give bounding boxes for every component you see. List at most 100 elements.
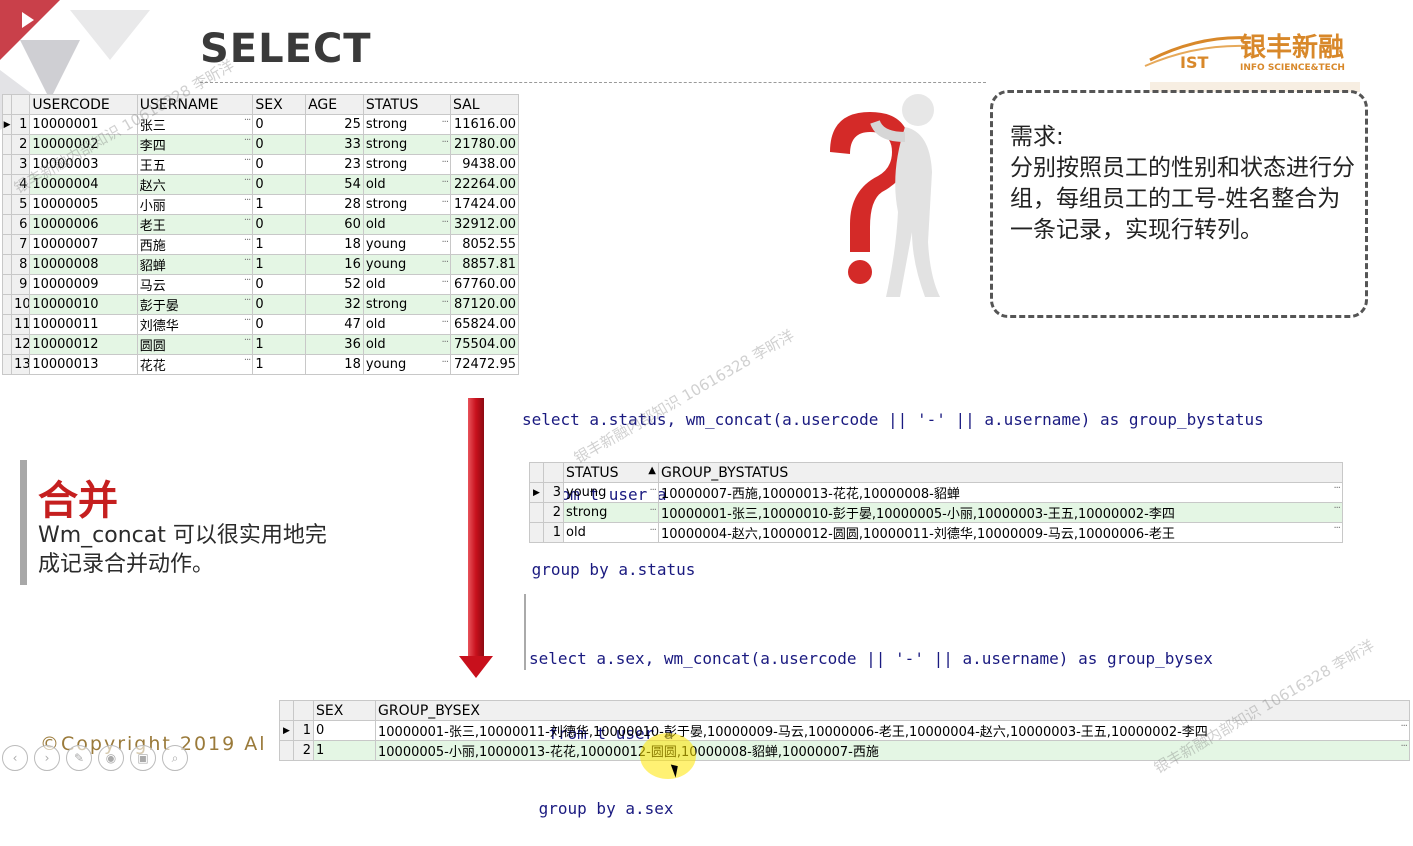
cell-status[interactable]: ··· old [362,174,452,195]
ellipsis-icon[interactable]: ··· [1400,742,1407,753]
prev-slide-icon[interactable]: ‹ [2,745,28,771]
cell-code[interactable]: 10000010 [29,294,138,315]
table-row[interactable]: 4 10000004 ··· 赵六 0 54 ··· old 22264.00 [1,174,519,195]
cell-sex[interactable]: 1 [313,740,376,761]
cell-status[interactable]: ··· strong [563,502,659,523]
column-header[interactable]: SEX [313,700,376,721]
column-header[interactable]: STATUS [362,94,452,115]
column-header[interactable]: AGE [305,94,364,115]
cell-sal[interactable]: 11616.00 [450,114,519,135]
cell-code[interactable]: 10000013 [29,354,138,375]
cell-sex[interactable]: 0 [252,174,307,195]
ellipsis-icon[interactable]: ··· [1333,504,1340,515]
cell-name[interactable]: ··· 西施 [136,234,254,255]
table-row[interactable]: 1 ··· old ··· 10000004-赵六,10000012-圆圆,100000… [529,522,1343,543]
cell-sal[interactable]: 65824.00 [450,314,519,335]
ellipsis-icon[interactable]: ··· [649,525,656,536]
ellipsis-icon[interactable]: ··· [441,257,448,268]
cell-status[interactable]: ··· young [362,234,452,255]
cell-status[interactable]: ··· old [362,334,452,355]
cell-age[interactable]: 16 [305,254,364,275]
cell-name[interactable]: ··· 花花 [136,354,254,375]
ellipsis-icon[interactable]: ··· [244,256,251,267]
cell-name[interactable]: ··· 赵六 [136,174,254,195]
ellipsis-icon[interactable]: ··· [441,277,448,288]
ellipsis-icon[interactable]: ··· [441,217,448,228]
ellipsis-icon[interactable]: ··· [244,316,251,327]
cell-age[interactable]: 18 [305,234,364,255]
cell-group[interactable]: ··· 10000004-赵六,10000012-圆圆,10000011-刘德华,… [658,522,1343,543]
cell-sex[interactable]: 1 [252,354,307,375]
cell-sal[interactable]: 17424.00 [450,194,519,215]
ellipsis-icon[interactable]: ··· [441,157,448,168]
cell-status[interactable]: ··· young [563,482,659,503]
cell-sex[interactable]: 0 [252,314,307,335]
cell-code[interactable]: 10000005 [29,194,138,215]
cell-age[interactable]: 25 [305,114,364,135]
cell-name[interactable]: ··· 马云 [136,274,254,295]
table-row[interactable]: 9 10000009 ··· 马云 0 52 ··· old 67760.00 [1,274,519,295]
cell-age[interactable]: 60 [305,214,364,235]
ellipsis-icon[interactable]: ··· [244,356,251,367]
cell-name[interactable]: ··· 彭于晏 [136,294,254,315]
cell-sal[interactable]: 22264.00 [450,174,519,195]
ellipsis-icon[interactable]: ··· [441,137,448,148]
ellipsis-icon[interactable]: ··· [441,317,448,328]
ellipsis-icon[interactable]: ··· [244,236,251,247]
table-row[interactable]: 13 10000013 ··· 花花 1 18 ··· young 72472.95 [1,354,519,375]
next-slide-icon[interactable]: › [34,745,60,771]
table-row[interactable]: 6 10000006 ··· 老王 0 60 ··· old 32912.00 [1,214,519,235]
cell-name[interactable]: ··· 刘德华 [136,314,254,335]
cell-sal[interactable]: 32912.00 [450,214,519,235]
ellipsis-icon[interactable]: ··· [244,156,251,167]
cell-age[interactable]: 54 [305,174,364,195]
ellipsis-icon[interactable]: ··· [1333,524,1340,535]
cell-sex[interactable]: 1 [252,194,307,215]
cell-code[interactable]: 10000009 [29,274,138,295]
cell-status[interactable]: ··· strong [362,154,452,175]
ellipsis-icon[interactable]: ··· [649,505,656,516]
ellipsis-icon[interactable]: ··· [244,176,251,187]
cell-code[interactable]: 10000006 [29,214,138,235]
cell-name[interactable]: ··· 圆圆 [136,334,254,355]
cell-status[interactable]: ··· strong [362,114,452,135]
column-header[interactable]: SAL [450,94,519,115]
cell-code[interactable]: 10000012 [29,334,138,355]
cell-sex[interactable]: 0 [252,214,307,235]
column-header[interactable]: USERCODE [29,94,138,115]
cell-age[interactable]: 18 [305,354,364,375]
cell-status[interactable]: ··· young [362,354,452,375]
cell-sex[interactable]: 0 [252,134,307,155]
column-header[interactable]: STATUS ▲ [563,462,659,483]
table-row[interactable]: 2 1 ··· 10000005-小丽,10000013-花花,10000012-圆圆… [279,740,1410,761]
cell-status[interactable]: ··· strong [362,194,452,215]
cell-sex[interactable]: 1 [252,234,307,255]
cell-name[interactable]: ··· 貂蝉 [136,254,254,275]
cell-sal[interactable]: 67760.00 [450,274,519,295]
ellipsis-icon[interactable]: ··· [441,297,448,308]
pen-icon[interactable]: ✎ [66,745,92,771]
ellipsis-icon[interactable]: ··· [649,485,656,496]
cell-status[interactable]: ··· strong [362,294,452,315]
ellipsis-icon[interactable]: ··· [244,216,251,227]
cell-status[interactable]: ··· old [362,274,452,295]
cell-sal[interactable]: 9438.00 [450,154,519,175]
cell-code[interactable]: 10000011 [29,314,138,335]
cell-status[interactable]: ··· old [362,314,452,335]
cell-sal[interactable]: 8052.55 [450,234,519,255]
ellipsis-icon[interactable]: ··· [441,237,448,248]
cell-age[interactable]: 32 [305,294,364,315]
cell-code[interactable]: 10000007 [29,234,138,255]
cell-status[interactable]: ··· old [563,522,659,543]
cell-age[interactable]: 28 [305,194,364,215]
cell-sal[interactable]: 87120.00 [450,294,519,315]
ellipsis-icon[interactable]: ··· [244,276,251,287]
pointer-icon[interactable]: ◉ [98,745,124,771]
cell-name[interactable]: ··· 小丽 [136,194,254,215]
ellipsis-icon[interactable]: ··· [1333,484,1340,495]
zoom-icon[interactable]: ⌕ [162,745,188,771]
cell-name[interactable]: ··· 李四 [136,134,254,155]
cell-sal[interactable]: 75504.00 [450,334,519,355]
cell-sex[interactable]: 1 [252,334,307,355]
cell-group[interactable]: ··· 10000001-张三,10000010-彭于晏,10000005-小丽,… [658,502,1343,523]
